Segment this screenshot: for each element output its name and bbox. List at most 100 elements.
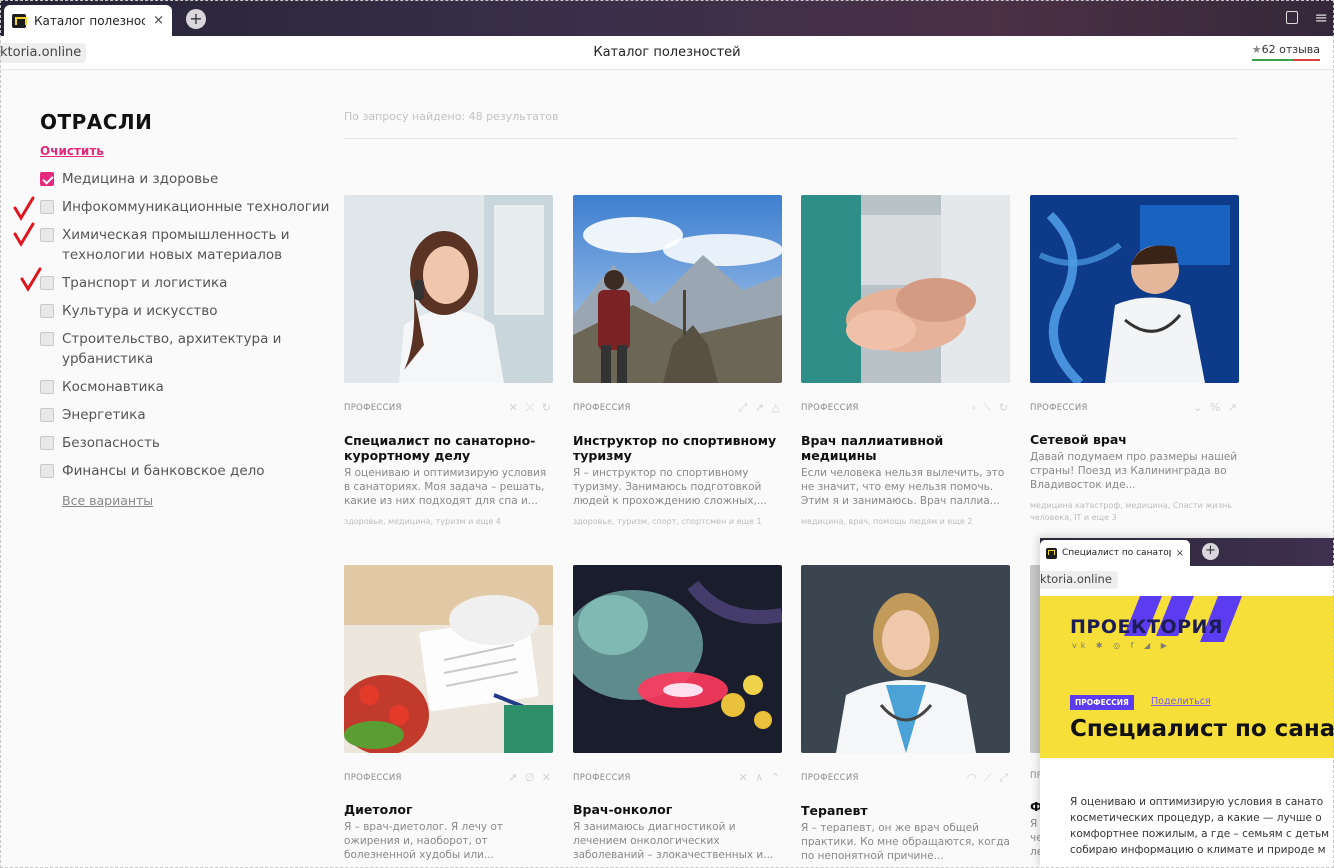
card-description: Я – терапевт, он же врач общей практики.… — [801, 822, 1010, 862]
secondary-tab[interactable]: Специалист по санатор × — [1040, 540, 1190, 566]
secondary-tabbar: Специалист по санатор × + — [1040, 538, 1334, 566]
red-checkmark-annotation-icon — [13, 222, 35, 247]
card-title[interactable]: Врач-онколог — [573, 802, 782, 817]
intro-line: Я оцениваю и оптимизирую условия в санат… — [1070, 796, 1324, 808]
clear-filters-link[interactable]: Очистить — [40, 144, 104, 158]
checkbox-icon[interactable] — [40, 276, 54, 290]
secondary-url-field[interactable]: ktoria.online — [1040, 571, 1118, 589]
intro-line: косметических процедур, а какие — лучше … — [1070, 812, 1322, 824]
profession-card[interactable]: ПРОФЕССИЯ ◠ ⟋ ⤢ Терапевт Я – терапевт, он… — [801, 565, 1010, 863]
card-title[interactable]: Диетолог — [344, 802, 553, 817]
card-title[interactable]: Специалист по санаторно-курортному делу — [344, 433, 553, 463]
card-type-badge: ПРОФЕССИЯ — [1030, 402, 1088, 413]
profession-card[interactable]: ПРОФЕССИЯ ⤢ ↗ △ Инструктор по спортивному… — [573, 195, 782, 528]
card-action-icons[interactable]: ✕ ∧ ⌃ — [739, 771, 782, 784]
checkbox-icon[interactable] — [40, 304, 54, 318]
secondary-browser-window[interactable]: Специалист по санатор × + ktoria.online … — [1040, 538, 1334, 868]
new-tab-button[interactable]: + — [1202, 543, 1219, 560]
card-action-icons[interactable]: ◠ ⟋ ⤢ — [967, 771, 1010, 785]
card-type-badge: ПРОФЕССИЯ — [344, 403, 402, 413]
intro-line: комфортнее пожилым, а где – семьям с дет… — [1070, 828, 1330, 840]
checkbox-icon[interactable] — [40, 436, 54, 450]
red-checkmark-annotation-icon — [20, 267, 42, 292]
card-description: Давай подумаем про размеры нашей страны!… — [1030, 451, 1238, 491]
browser-tab-active[interactable]: Каталог полезностей × — [4, 5, 172, 36]
filter-option[interactable]: Химическая промышленность и технологии н… — [40, 225, 330, 265]
card-description: Я занимаюсь диагностикой и лечением онко… — [573, 821, 774, 861]
industries-filter: ОТРАСЛИ Очистить Медицина и здоровье Инфо… — [40, 110, 330, 509]
checkbox-icon[interactable] — [40, 464, 54, 478]
card-title[interactable]: Инструктор по спортивному туризму — [573, 433, 782, 463]
tab-title: Каталог полезностей — [34, 13, 146, 28]
profession-title: Специалист по сана — [1070, 716, 1334, 742]
card-type-badge: ПРОФЕССИЯ — [801, 403, 859, 413]
all-options-link[interactable]: Все варианты — [62, 493, 153, 508]
tab-close-icon[interactable]: × — [1176, 548, 1184, 559]
profession-hero: ПРОЕКТОРИЯ vk ✱ ◎ f ◢ ▶ ПРОФЕССИЯ Подели… — [1040, 596, 1334, 758]
card-image — [1030, 195, 1239, 383]
filter-option[interactable]: Энергетика — [40, 405, 330, 425]
address-bar: ktoria.online Каталог полезностей ★62 от… — [0, 36, 1334, 70]
filter-option-label: Строительство, архитектура и урбанистика — [62, 331, 282, 367]
card-tags: медицина, врач, помощь людям и еще 2 — [801, 517, 973, 526]
checkbox-icon[interactable] — [40, 380, 54, 394]
filter-option-label: Финансы и банковское дело — [62, 463, 265, 479]
card-action-icons[interactable]: › ⟍ ↻ — [972, 401, 1010, 415]
card-title[interactable]: Сетевой врач — [1030, 432, 1239, 447]
tab-close-icon[interactable]: × — [153, 13, 164, 28]
card-tags: здоровье, медицина, туризм и еще 4 — [344, 517, 501, 526]
filter-option-label: Медицина и здоровье — [62, 171, 219, 187]
menu-icon[interactable]: ≡ — [1315, 8, 1328, 27]
profession-card[interactable]: ПРОФЕССИЯ ✕ ⤫ ↻ Специалист по санаторно-к… — [344, 195, 553, 528]
filter-option[interactable]: Финансы и банковское дело — [40, 461, 330, 481]
filter-option-label: Безопасность — [62, 435, 160, 451]
reviews-badge[interactable]: ★62 отзыва — [1251, 43, 1320, 61]
filter-option[interactable]: Космонавтика — [40, 377, 330, 397]
social-icons[interactable]: vk ✱ ◎ f ◢ ▶ — [1072, 641, 1171, 650]
reviews-count: 62 отзыва — [1261, 43, 1320, 56]
filter-options: Медицина и здоровье Инфокоммуникационные … — [40, 169, 330, 481]
profession-card[interactable]: ПРОФЕССИЯ ↗ ∅ ✕ Диетолог Я – врач-диетоло… — [344, 565, 553, 862]
browser-tabbar: Каталог полезностей × + ≡ — [0, 0, 1334, 36]
card-description: Я – инструктор по спортивному туризму. З… — [573, 467, 767, 507]
star-icon: ★ — [1251, 43, 1262, 56]
proektoria-logo[interactable]: ПРОЕКТОРИЯ — [1070, 616, 1223, 638]
checkbox-icon[interactable] — [40, 408, 54, 422]
proektoria-favicon-icon — [12, 13, 27, 28]
red-checkmark-annotation-icon — [13, 196, 35, 221]
page-title: Каталог полезностей — [593, 45, 741, 60]
profession-card[interactable]: ПРОФЕССИЯ ✕ ∧ ⌃ Врач-онколог Я занимаюсь … — [573, 565, 782, 862]
card-image — [344, 195, 553, 383]
checkbox-icon[interactable] — [40, 228, 54, 242]
filter-option[interactable]: Инфокоммуникационные технологии — [40, 197, 330, 217]
card-tags: медицина катастроф, медицина, Спасти жиз… — [1030, 501, 1232, 522]
new-tab-button[interactable]: + — [186, 9, 206, 29]
filter-option-label: Энергетика — [62, 407, 146, 423]
filter-option[interactable]: Безопасность — [40, 433, 330, 453]
profession-card[interactable]: ПРОФЕССИЯ ⌄ % ↗ Сетевой врач Давай подума… — [1030, 195, 1239, 524]
card-action-icons[interactable]: ✕ ⤫ ↻ — [509, 401, 553, 415]
checkbox-checked-icon[interactable] — [40, 172, 54, 186]
card-title[interactable]: Терапевт — [801, 803, 1010, 818]
checkbox-icon[interactable] — [40, 332, 54, 346]
collections-icon[interactable] — [1286, 11, 1298, 24]
filter-option-label: Космонавтика — [62, 379, 164, 395]
profession-badge: ПРОФЕССИЯ — [1070, 695, 1134, 710]
intro-line: собираю информацию о климате и природе м — [1070, 844, 1326, 856]
profession-intro: Я оцениваю и оптимизирую условия в санат… — [1070, 794, 1334, 858]
card-action-icons[interactable]: ⤢ ↗ △ — [739, 401, 782, 415]
share-link[interactable]: Поделиться — [1151, 696, 1211, 707]
profession-card[interactable]: ПРОФЕССИЯ › ⟍ ↻ Врач паллиативной медицин… — [801, 195, 1010, 528]
filter-option[interactable]: Строительство, архитектура и урбанистика — [40, 329, 330, 369]
card-action-icons[interactable]: ⌄ % ↗ — [1193, 401, 1239, 414]
card-image — [801, 195, 1010, 383]
card-title[interactable]: Врач паллиативной медицины — [801, 433, 1010, 463]
checkbox-icon[interactable] — [40, 200, 54, 214]
card-action-icons[interactable]: ↗ ∅ ✕ — [508, 771, 553, 784]
filter-option[interactable]: Медицина и здоровье — [40, 169, 330, 189]
filter-option-label: Культура и искусство — [62, 303, 218, 319]
filter-option[interactable]: Культура и искусство — [40, 301, 330, 321]
filter-option[interactable]: Транспорт и логистика — [40, 273, 330, 293]
secondary-tab-title: Специалист по санатор — [1062, 548, 1171, 558]
card-image — [573, 565, 782, 753]
